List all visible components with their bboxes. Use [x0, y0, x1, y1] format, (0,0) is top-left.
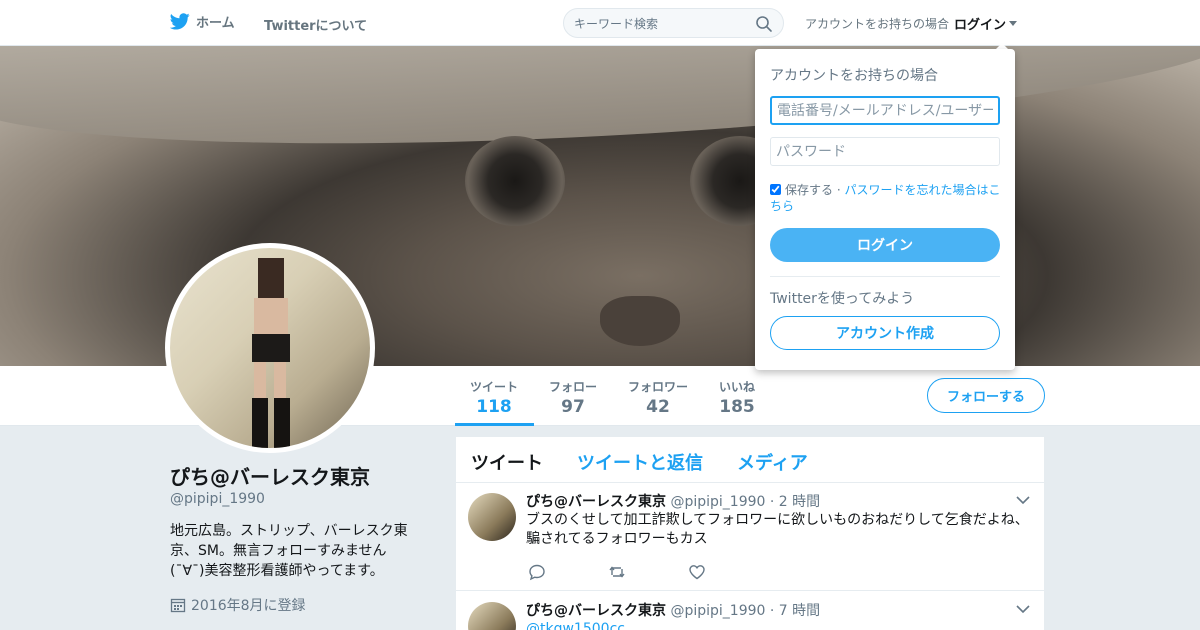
- login-dropdown-toggle[interactable]: ログイン: [954, 14, 1018, 33]
- search-icon[interactable]: [755, 15, 773, 33]
- login-link-label: ログイン: [954, 18, 1007, 33]
- remember-separator: ·: [836, 183, 841, 197]
- follow-button[interactable]: フォローする: [927, 378, 1045, 413]
- username-input[interactable]: [770, 96, 1000, 125]
- profile-name[interactable]: ぴち@バーレスク東京: [170, 461, 370, 490]
- tweet-header: ぴち@バーレスク東京 @pipipi_1990 · 7 時間: [526, 600, 820, 620]
- stat-following[interactable]: フォロー 97: [548, 378, 598, 417]
- stat-likes-value: 185: [719, 397, 755, 417]
- chevron-down-icon[interactable]: [1016, 495, 1030, 505]
- header-image-fold: [0, 46, 1200, 170]
- stat-followers[interactable]: フォロワー 42: [627, 378, 689, 417]
- twitter-bird-icon: [170, 13, 190, 30]
- dropdown-divider: [770, 276, 1000, 277]
- try-twitter-label: Twitterを使ってみよう: [770, 291, 915, 307]
- active-stat-underline: [455, 423, 534, 426]
- stat-following-label: フォロー: [548, 380, 597, 394]
- caret-down-icon: [1009, 21, 1018, 26]
- tweet-timestamp[interactable]: · 2 時間: [770, 494, 820, 510]
- stat-likes[interactable]: いいね 185: [718, 378, 756, 417]
- login-button[interactable]: ログイン: [770, 228, 1000, 262]
- search-input[interactable]: [574, 15, 744, 33]
- profile-avatar[interactable]: [165, 243, 375, 453]
- stat-likes-label: いいね: [718, 380, 755, 394]
- stat-following-value: 97: [561, 397, 585, 417]
- profile-joined-date: 2016年8月に登録: [170, 595, 306, 615]
- profile-handle[interactable]: @pipipi_1990: [170, 491, 265, 507]
- nav-home-label: ホーム: [196, 16, 235, 31]
- like-heart-icon[interactable]: [688, 563, 706, 581]
- timeline-tabs: ツイート ツイートと返信 メディア: [456, 437, 1044, 483]
- tab-tweets-and-replies[interactable]: ツイートと返信: [577, 449, 703, 475]
- chevron-down-icon[interactable]: [1016, 604, 1030, 614]
- tweet-timestamp[interactable]: · 7 時間: [770, 603, 820, 619]
- tweet-mention-link[interactable]: @tkgw1500cc: [526, 620, 1036, 630]
- calendar-icon: [170, 598, 186, 613]
- timeline: ツイート ツイートと返信 メディア ぴち@バーレスク東京 @pipipi_199…: [456, 437, 1044, 630]
- tweet-avatar[interactable]: [468, 493, 516, 541]
- stat-tweets-label: ツイート: [470, 380, 519, 394]
- header-image-cat-left-eye: [465, 136, 565, 226]
- remember-me-label[interactable]: 保存する: [785, 183, 833, 197]
- avatar-photo: [252, 258, 290, 448]
- tweet-header: ぴち@バーレスク東京 @pipipi_1990 · 2 時間: [526, 491, 820, 511]
- retweet-icon[interactable]: [608, 563, 626, 581]
- tab-tweets[interactable]: ツイート: [471, 449, 543, 475]
- remember-me-row: 保存する · パスワードを忘れた場合はこちら: [770, 182, 1002, 214]
- tweet-author-handle[interactable]: @pipipi_1990: [670, 603, 765, 619]
- tweet-author-name[interactable]: ぴち@バーレスク東京: [526, 494, 666, 510]
- tweet[interactable]: ぴち@バーレスク東京 @pipipi_1990 · 7 時間 @tkgw1500…: [456, 592, 1044, 630]
- login-dropdown-heading: アカウントをお持ちの場合: [770, 68, 938, 84]
- header-image-cat-nose: [600, 296, 680, 346]
- tweet-text: ブスのくせして加工詐欺してフォロワーに欲しいものおねだりして乞食だよね、騙されて…: [526, 512, 1029, 547]
- stat-tweets[interactable]: ツイート 118: [470, 378, 518, 417]
- reply-icon[interactable]: [528, 563, 546, 581]
- tweet-author-name[interactable]: ぴち@バーレスク東京: [526, 603, 666, 619]
- stat-followers-label: フォロワー: [627, 380, 688, 394]
- login-prompt-text: アカウントをお持ちの場合: [805, 17, 950, 31]
- nav-about-link[interactable]: Twitterについて: [264, 15, 367, 34]
- profile-bio: 地元広島。ストリップ、バーレスク東京、SM。無言フォローすみません(¯∀¯)美容…: [170, 523, 408, 579]
- password-input[interactable]: [770, 137, 1000, 166]
- tweet-author-handle[interactable]: @pipipi_1990: [670, 494, 765, 510]
- tweet-avatar[interactable]: [468, 602, 516, 630]
- tab-media[interactable]: メディア: [737, 449, 808, 475]
- search-box: [563, 8, 784, 38]
- remember-me-checkbox[interactable]: [770, 184, 781, 195]
- login-dropdown: アカウントをお持ちの場合 保存する · パスワードを忘れた場合はこちら ログイン…: [755, 49, 1015, 370]
- stat-followers-value: 42: [646, 397, 670, 417]
- nav-home-link[interactable]: ホーム: [170, 12, 235, 31]
- tweet[interactable]: ぴち@バーレスク東京 @pipipi_1990 · 2 時間 ブスのくせして加工…: [456, 483, 1044, 591]
- stat-tweets-value: 118: [476, 397, 512, 417]
- profile-joined-label: 2016年8月に登録: [191, 598, 306, 614]
- create-account-button[interactable]: アカウント作成: [770, 316, 1000, 350]
- top-navigation-bar: ホーム Twitterについて アカウントをお持ちの場合 ログイン: [0, 0, 1200, 46]
